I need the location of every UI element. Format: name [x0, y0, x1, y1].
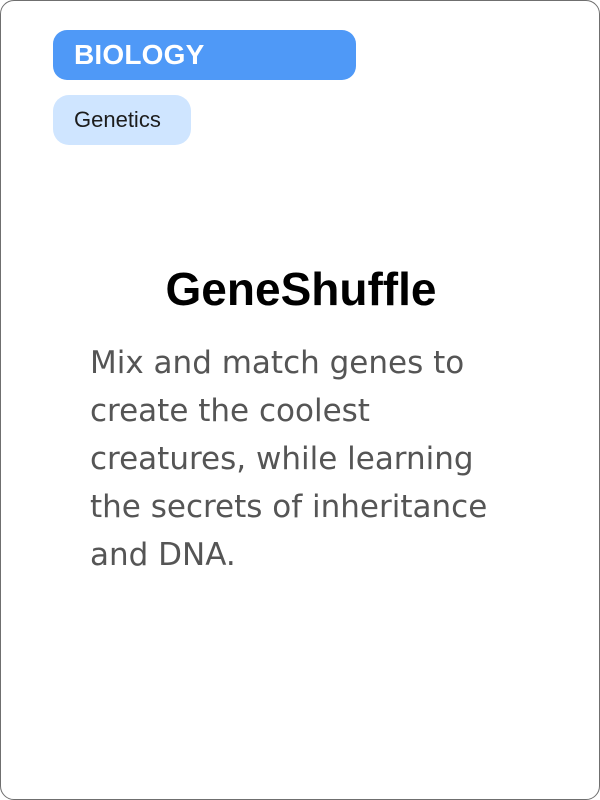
topic-badge: Genetics: [53, 95, 191, 145]
info-card: BIOLOGY Genetics GeneShuffle Mix and mat…: [0, 0, 600, 800]
subject-badge: BIOLOGY: [53, 30, 356, 80]
card-description: Mix and match genes to create the cooles…: [90, 345, 488, 573]
card-title: GeneShuffle: [165, 263, 437, 315]
